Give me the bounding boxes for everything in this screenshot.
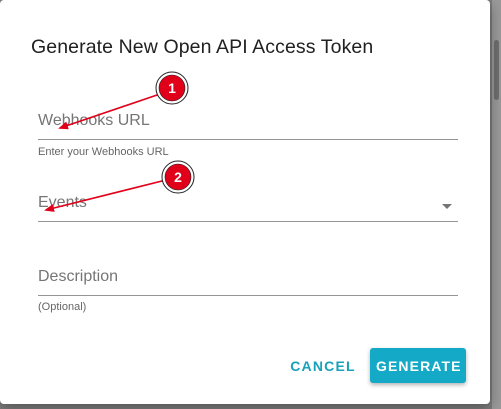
generate-token-dialog: Generate New Open API Access Token Webho…	[0, 0, 490, 404]
events-underline	[38, 221, 458, 222]
webhooks-url-helper: Enter your Webhooks URL	[38, 146, 169, 158]
scrollbar-thumb[interactable]	[494, 40, 499, 100]
chevron-down-icon[interactable]	[442, 204, 452, 209]
description-label: Description	[38, 268, 119, 285]
webhooks-url-underline	[38, 139, 458, 140]
description-helper: (Optional)	[38, 301, 87, 313]
description-underline	[38, 295, 458, 296]
generate-button[interactable]: GENERATE	[370, 348, 466, 383]
description-field[interactable]: Description	[38, 268, 458, 296]
cancel-button[interactable]: CANCEL	[283, 349, 363, 383]
dialog-title: Generate New Open API Access Token	[31, 36, 374, 58]
scrollbar[interactable]	[492, 0, 501, 409]
webhooks-url-label: Webhooks URL	[38, 112, 150, 129]
events-label: Events	[38, 194, 87, 211]
webhooks-url-field[interactable]: Webhooks URL	[38, 112, 458, 140]
events-select[interactable]: Events	[38, 194, 458, 222]
